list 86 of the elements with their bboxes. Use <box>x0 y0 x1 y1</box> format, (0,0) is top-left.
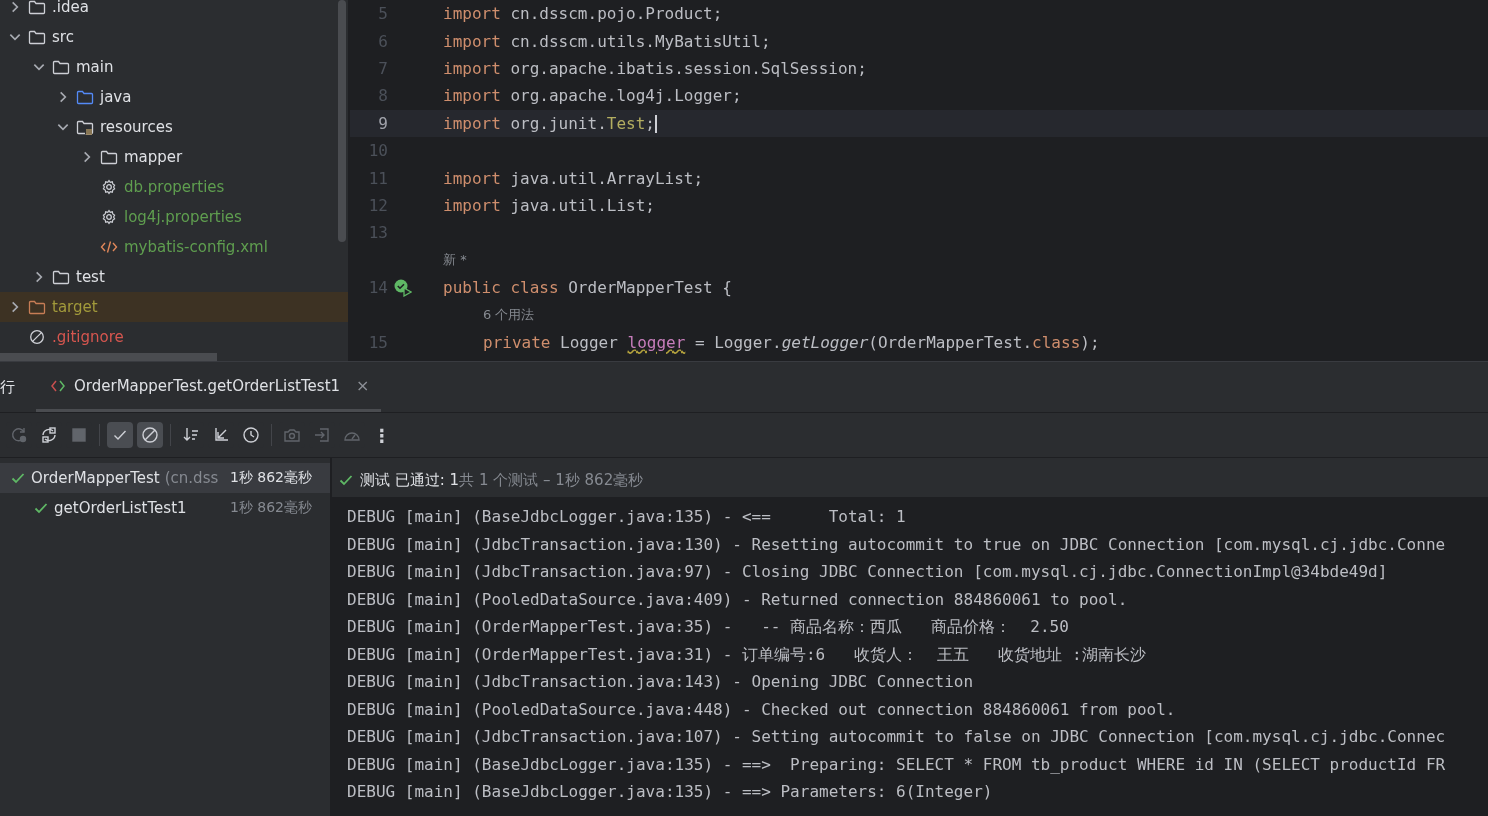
inlay-hint[interactable]: 6 个用法 <box>483 306 535 324</box>
code-line: import cn.dsscm.utils.MyBatisUtil; <box>443 31 771 51</box>
more-button[interactable]: ⋮ <box>369 422 395 448</box>
tree-item[interactable]: db.properties <box>0 172 348 202</box>
line-number: 9 <box>377 113 388 133</box>
console-line: DEBUG [main] (JdbcTransaction.java:107) - Setting autocommit to false on JDBC Connection [com.mysql.cj.jdbc.Connec <box>347 726 1447 748</box>
stop-icon <box>70 426 88 444</box>
panel-title: 行 <box>0 377 16 397</box>
folder-icon <box>52 59 70 75</box>
collapse-icon <box>212 426 230 444</box>
code-line: import java.util.ArrayList; <box>443 168 704 188</box>
console-line: DEBUG [main] (JdbcTransaction.java:143) - Opening JDBC Connection <box>347 671 975 693</box>
status-detail: 共 1 个测试 – 1秒 862毫秒 <box>459 470 644 490</box>
import-icon <box>313 426 331 444</box>
tree-item[interactable]: log4j.properties <box>0 202 348 232</box>
test-package: (cn.dss <box>164 469 220 487</box>
test-tree-item[interactable]: OrderMapperTest (cn.dss 1秒 862毫秒 <box>0 463 330 493</box>
rerun-failed-icon <box>40 426 58 444</box>
code-line: import org.apache.ibatis.session.SqlSession; <box>443 58 867 78</box>
tree-item[interactable]: src <box>0 22 348 52</box>
test-name: OrderMapperTest <box>31 469 160 487</box>
file-name: mybatis-config.xml <box>124 238 268 256</box>
folder-icon <box>28 0 46 15</box>
code-line: import java.util.List; <box>443 195 655 215</box>
folder-icon <box>28 299 46 315</box>
test-time: 1秒 862毫秒 <box>229 499 313 517</box>
tree-item[interactable]: mapper <box>0 142 348 172</box>
console-line: DEBUG [main] (JdbcTransaction.java:97) - Closing JDBC Connection [com.mysql.cj.jdbc.ConnectionImpl@34bde49d] <box>347 561 1389 583</box>
code-line: public class OrderMapperTest { <box>443 278 732 298</box>
folder-icon <box>52 269 70 285</box>
test-tree-item[interactable]: getOrderListTest1 1秒 862毫秒 <box>0 493 330 523</box>
file-name: java <box>100 88 132 106</box>
console-line: DEBUG [main] (PooledDataSource.java:448) - Checked out connection 884860061 from pool. <box>347 698 1177 721</box>
scrollbar[interactable] <box>0 353 217 361</box>
run-tab[interactable]: OrderMapperTest.getOrderListTest1 × <box>36 362 382 412</box>
console-line: DEBUG [main] (BaseJdbcLogger.java:135) - ==> Parameters: 6(Integer) <box>347 781 994 803</box>
test-name: getOrderListTest1 <box>54 499 187 517</box>
history-icon <box>242 426 260 444</box>
status-text: 测试 已通过: 1 <box>360 470 460 490</box>
tree-item[interactable]: mybatis-config.xml <box>0 232 348 262</box>
gear-icon <box>100 209 118 225</box>
file-name: .idea <box>52 0 89 16</box>
tab-label: OrderMapperTest.getOrderListTest1 <box>74 376 341 395</box>
run-check-icon[interactable] <box>394 278 412 297</box>
folder-icon <box>100 149 118 165</box>
file-name: main <box>76 58 114 76</box>
file-name: target <box>52 298 98 316</box>
console-line: DEBUG [main] (OrderMapperTest.java:35) - -- 商品名称：西瓜 商品价格： 2.50 <box>347 616 1070 638</box>
console-line: DEBUG [main] (BaseJdbcLogger.java:135) - ==> Preparing: SELECT * FROM tb_product WHERE id IN (SELECT productId FR <box>347 753 1447 776</box>
folder-icon <box>76 89 94 105</box>
console-line: DEBUG [main] (OrderMapperTest.java:31) - 订单编号:6 收货人： 王五 收货地址 :湖南长沙 <box>347 643 1147 666</box>
show-ignored-icon <box>141 426 159 444</box>
gear-icon <box>100 179 118 195</box>
folder-icon <box>76 119 94 135</box>
tree-item-highlighted[interactable]: target <box>0 292 348 322</box>
tree-item[interactable]: test <box>0 262 348 292</box>
tree-item[interactable]: resources <box>0 112 348 142</box>
console-line: DEBUG [main] (BaseJdbcLogger.java:135) - <== Total: 1 <box>347 506 907 528</box>
folder-icon <box>28 29 46 45</box>
file-name: src <box>52 28 74 46</box>
console-line: DEBUG [main] (JdbcTransaction.java:130) - Resetting autocommit to true on JDBC Connection [com.mysql.cj.jdbc.Conne <box>347 533 1447 556</box>
file-name: mapper <box>124 148 183 166</box>
code-line: import cn.dsscm.pojo.Product; <box>443 4 723 24</box>
test-time: 1秒 862毫秒 <box>229 469 313 487</box>
console-line: DEBUG [main] (PooledDataSource.java:409) - Returned connection 884860061 to pool. <box>347 588 1129 611</box>
code-line: import org.apache.log4j.Logger; <box>443 86 742 106</box>
show-passed-button[interactable] <box>107 422 133 448</box>
file-name: test <box>76 268 105 286</box>
tree-item[interactable]: .idea <box>0 0 348 22</box>
code-tag-icon <box>100 239 118 255</box>
file-name: .gitignore <box>52 328 124 346</box>
tree-item[interactable]: .gitignore <box>0 322 348 352</box>
file-name: db.properties <box>124 178 225 196</box>
scrollbar[interactable] <box>338 0 346 242</box>
show-ignored-button[interactable] <box>137 422 163 448</box>
code-line: import org.junit.Test; <box>443 113 657 133</box>
tree-item[interactable]: main <box>0 52 348 82</box>
snapshot-icon <box>283 426 301 444</box>
code-line: private Logger logger = Logger.getLogger(OrderMapperTest.class); <box>482 332 1100 352</box>
ban-icon <box>28 329 46 345</box>
tree-item[interactable]: java <box>0 82 348 112</box>
file-name: log4j.properties <box>124 208 242 226</box>
rerun-icon <box>10 426 28 444</box>
close-button[interactable]: × <box>356 376 370 395</box>
inlay-hint[interactable]: 新 * <box>443 251 467 270</box>
file-name: resources <box>100 118 173 136</box>
